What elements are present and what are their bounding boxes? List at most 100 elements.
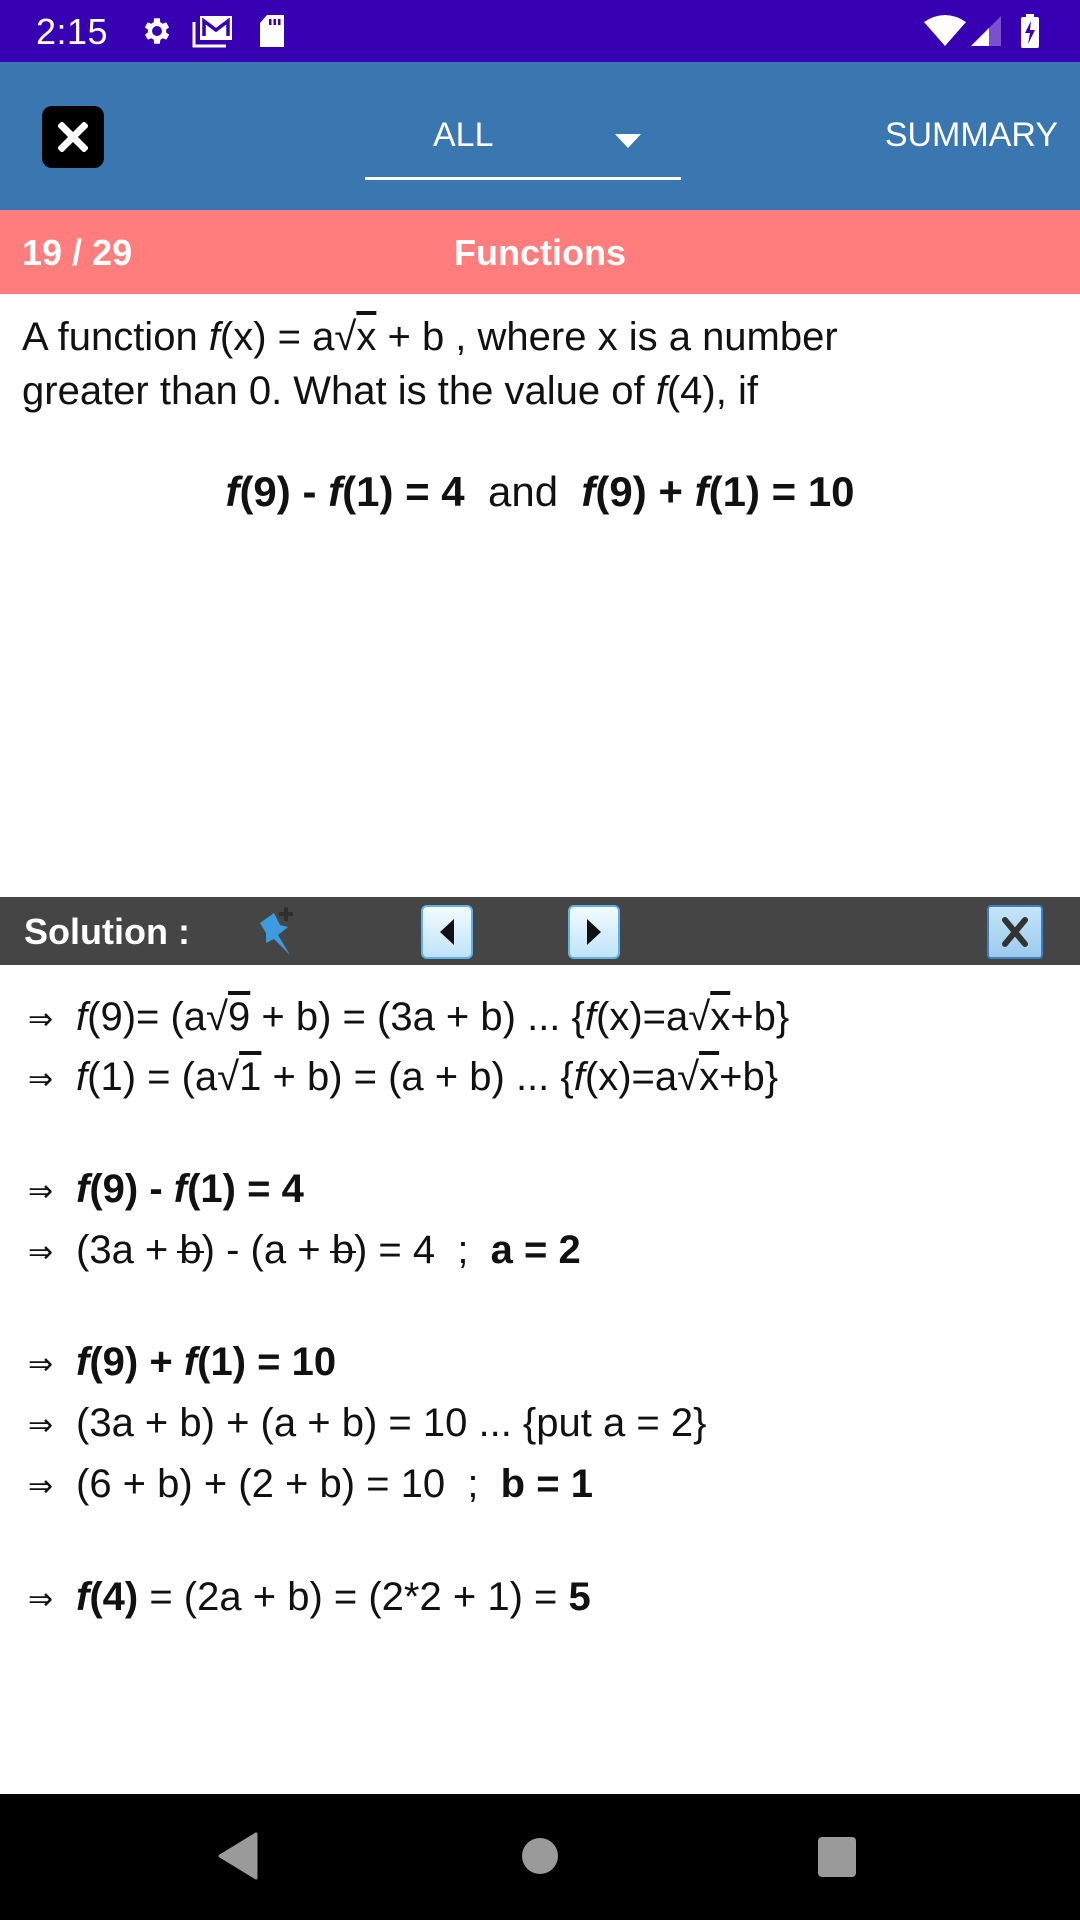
solution-step: ⇒ f(1) = (a√1 + b) = (a + b) ... {f(x)=a√… [28,1055,778,1100]
text: (9) - [239,468,329,515]
text: f [694,468,709,515]
cancelled-term: b [331,1228,354,1272]
text: = (2a + b) = (2*2 + 1) = [138,1575,569,1619]
text: + b) = (a + b) ... { [261,1055,574,1099]
text: f [581,468,596,515]
app-toolbar: ALL SUMMARY [0,62,1080,210]
text: (4), if [666,369,758,413]
text: ) - (a + [201,1228,332,1272]
close-quiz-button[interactable] [42,106,104,168]
implies-icon: ⇒ [28,1174,54,1208]
text: f [76,1575,90,1619]
wifi-icon [924,14,966,48]
text: f [225,468,240,515]
close-solution-button[interactable] [987,905,1043,959]
category-bar: Functions 19 / 29 [0,210,1080,294]
solution-bar: Solution : [0,897,1080,965]
radicand: 1 [239,1055,262,1099]
text: (1) = 4 [187,1167,304,1211]
solution-step: ⇒ f(9) + f(1) = 10 [28,1340,336,1385]
result-a: a = 2 [490,1228,581,1272]
text: A function [22,315,209,359]
text: (6 + b) + (2 + b) = 10 ; [76,1462,501,1506]
question-conditions: f(9) - f(1) = 4 and f(9) + f(1) = 10 [0,468,1080,516]
text: (9) + [89,1340,184,1384]
text: (1) = 10 [708,468,855,515]
final-answer: 5 [568,1575,591,1619]
text: (9) + [595,468,695,515]
close-x-icon [1002,917,1028,947]
text: +b} [730,995,790,1039]
text: f [76,995,88,1039]
pin-button[interactable] [252,903,312,961]
back-triangle-icon [218,1832,258,1880]
solution-step: ⇒ f(9)= (a√9 + b) = (3a + b) ... {f(x)=a√… [28,995,789,1040]
text: f [584,995,597,1039]
chevron-down-icon [615,134,641,148]
text: (9) - [89,1167,174,1211]
text: (x) = a√ [219,315,357,359]
text: (3a + [76,1228,180,1272]
pin-add-icon [260,907,293,955]
system-nav-bar [0,1794,1080,1920]
text: f [208,315,220,359]
next-solution-button[interactable] [568,905,620,959]
solution-label: Solution : [24,911,190,952]
radicand: x [699,1055,720,1099]
text: f [76,1167,90,1211]
home-button[interactable] [520,1836,560,1881]
back-button[interactable] [218,1832,260,1885]
gmail-icon [192,14,234,48]
implies-icon: ⇒ [28,1469,54,1503]
status-time: 2:15 [36,11,109,52]
text: (1) = 10 [197,1340,337,1384]
radicand: x [710,995,731,1039]
battery-charging-icon [1020,14,1040,48]
text: (3a + b) + (a + b) = 10 ... {put a = 2} [76,1401,707,1445]
radicand: x [356,315,377,359]
text: f [328,468,343,515]
text: and [488,468,559,515]
question-line-1: A function f(x) = a√x + b , where x is a… [22,310,1062,364]
text: f [76,1340,90,1384]
status-bar: 2:15 [0,0,1080,62]
prev-solution-button[interactable] [421,905,473,959]
radicand: 9 [228,995,251,1039]
filter-dropdown[interactable]: ALL [365,92,681,180]
text: (4) [89,1575,139,1619]
implies-icon: ⇒ [28,1002,54,1036]
question-text: A function f(x) = a√x + b , where x is a… [22,310,1062,418]
implies-icon: ⇒ [28,1235,54,1269]
solution-step: ⇒ f(4) = (2a + b) = (2*2 + 1) = 5 [28,1575,591,1620]
filter-selected-value: ALL [433,116,494,154]
prev-arrow-icon [440,919,454,945]
question-topic: Functions [454,232,626,273]
text: + b) = (3a + b) ... { [250,995,585,1039]
text: f [183,1340,198,1384]
implies-icon: ⇒ [28,1582,54,1616]
summary-button[interactable]: SUMMARY [885,116,1058,155]
cell-signal-icon [971,14,1003,48]
text: (9)= (a√ [87,995,229,1039]
text: f [173,1167,188,1211]
implies-icon: ⇒ [28,1347,54,1381]
text: ) = 4 ; [353,1228,491,1272]
text: f [655,369,667,413]
home-circle-icon [522,1838,558,1874]
text: f [76,1055,88,1099]
text: + b , where x is a number [376,315,838,359]
text: (x)=a√ [596,995,711,1039]
solution-step: ⇒ (3a + b) - (a + b) = 4 ; a = 2 [28,1228,581,1273]
result-b: b = 1 [500,1462,593,1506]
recents-square-icon [818,1837,856,1877]
text: (1) = 4 [342,468,465,515]
next-arrow-icon [587,919,601,945]
text: (1) = (a√ [87,1055,240,1099]
recents-button[interactable] [817,1836,857,1883]
solution-step: ⇒ (3a + b) + (a + b) = 10 ... {put a = 2} [28,1401,706,1446]
text: +b} [719,1055,779,1099]
solution-step: ⇒ f(9) - f(1) = 4 [28,1167,304,1212]
solution-step: ⇒ (6 + b) + (2 + b) = 10 ; b = 1 [28,1462,593,1507]
settings-gear-icon [140,14,174,48]
cancelled-term: b [179,1228,202,1272]
